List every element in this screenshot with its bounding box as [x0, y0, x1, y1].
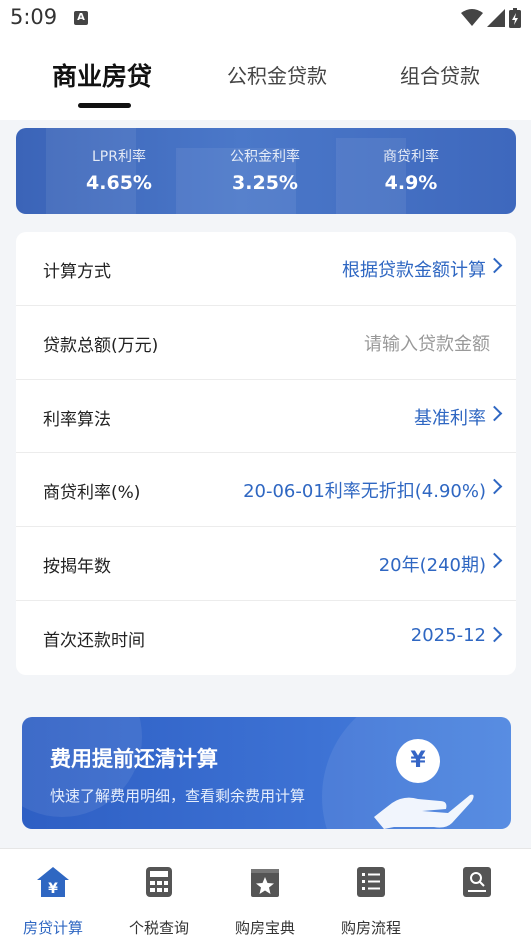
- rate-label: 商贷利率: [383, 149, 439, 165]
- commercial-rate-row[interactable]: 商贷利率(%) 20-06-01利率无折扣(4.90%): [16, 453, 516, 528]
- battery-charging-icon: [509, 8, 521, 28]
- loan-amount-row: 贷款总额(万元) 请输入贷款金额: [16, 306, 516, 380]
- nav-mortgage-calc[interactable]: ¥ 房贷计算: [3, 865, 103, 938]
- row-label: 商贷利率(%): [43, 483, 141, 504]
- mortgage-years-value[interactable]: 20年(240期): [379, 551, 486, 577]
- rate-value: 4.9%: [384, 172, 438, 194]
- prepayment-calc-card[interactable]: 费用提前还清计算 快速了解费用明细，查看剩余费用计算 ¥: [22, 717, 511, 829]
- rates-banner: LPR利率 4.65% 公积金利率 3.25% 商贷利率 4.9%: [16, 128, 516, 214]
- row-label: 计算方式: [43, 262, 111, 282]
- status-time: 5:09: [10, 5, 58, 29]
- tab-provident-fund-loan[interactable]: 公积金贷款: [227, 60, 327, 89]
- rate-value: 4.65%: [86, 172, 152, 194]
- nav-buying-guide[interactable]: 购房宝典: [215, 865, 315, 938]
- nav-label: 个税查询: [128, 919, 189, 937]
- wifi-icon: [461, 9, 483, 26]
- house-yen-icon: ¥: [37, 867, 69, 897]
- star-book-icon: [251, 869, 279, 897]
- lpr-rate: LPR利率 4.65%: [54, 146, 184, 194]
- svg-text:¥: ¥: [48, 881, 58, 897]
- calc-method-value[interactable]: 根据贷款金额计算: [342, 256, 486, 282]
- loan-amount-input[interactable]: 请输入贷款金额: [364, 330, 490, 356]
- first-payment-value[interactable]: 2025-12: [411, 625, 486, 646]
- nav-search-doc[interactable]: [427, 865, 527, 917]
- nav-tax-query[interactable]: 个税查询: [109, 865, 209, 938]
- commercial-rate-value[interactable]: 20-06-01利率无折扣(4.90%): [243, 477, 486, 503]
- notification-a-icon: A: [74, 11, 88, 25]
- rate-method-value[interactable]: 基准利率: [414, 404, 486, 430]
- chevron-right-icon: [486, 479, 503, 495]
- mortgage-years-row[interactable]: 按揭年数 20年(240期): [16, 527, 516, 601]
- commercial-rate: 商贷利率 4.9%: [346, 146, 476, 194]
- nav-label: 购房流程: [340, 919, 401, 937]
- chevron-right-icon: [486, 405, 503, 421]
- calc-method-row[interactable]: 计算方式 根据贷款金额计算: [16, 232, 516, 306]
- first-payment-row[interactable]: 首次还款时间 2025-12: [16, 601, 516, 675]
- promo-title: 费用提前还清计算: [50, 747, 218, 771]
- rate-label: LPR利率: [92, 149, 146, 165]
- active-tab-indicator: [78, 103, 131, 108]
- chevron-right-icon: [486, 552, 503, 569]
- promo-subtitle: 快速了解费用明细，查看剩余费用计算: [50, 787, 306, 805]
- search-doc-icon: [463, 867, 491, 897]
- tab-commercial-loan[interactable]: 商业房贷: [52, 57, 152, 93]
- chevron-right-icon: [486, 257, 503, 274]
- nav-buying-process[interactable]: 购房流程: [321, 865, 421, 938]
- row-label: 首次还款时间: [43, 631, 145, 651]
- bottom-nav: ¥ 房贷计算 个税查询 购房宝典 购房流程: [0, 848, 531, 945]
- row-label: 按揭年数: [43, 557, 111, 578]
- row-label: 利率算法: [43, 409, 111, 430]
- nav-label: 房贷计算: [22, 919, 83, 937]
- provident-fund-rate: 公积金利率 3.25%: [200, 146, 330, 194]
- tab-combined-loan[interactable]: 组合贷款: [400, 60, 480, 89]
- rate-value: 3.25%: [232, 172, 298, 194]
- status-bar: 5:09 A: [0, 0, 531, 36]
- loan-type-tabs: 商业房贷 公积金贷款 组合贷款: [0, 36, 531, 120]
- hand-icon: [374, 794, 474, 829]
- nav-label: 购房宝典: [234, 919, 295, 937]
- row-label: 贷款总额(万元): [43, 335, 159, 356]
- rate-method-row[interactable]: 利率算法 基准利率: [16, 380, 516, 454]
- system-icons: [461, 8, 521, 28]
- checklist-icon: [357, 867, 385, 897]
- rate-label: 公积金利率: [230, 149, 300, 165]
- calculator-icon: [146, 867, 172, 897]
- chevron-right-icon: [486, 626, 503, 643]
- loan-form: 计算方式 根据贷款金额计算 贷款总额(万元) 请输入贷款金额 利率算法 基准利率…: [16, 232, 516, 675]
- signal-icon: [487, 9, 505, 27]
